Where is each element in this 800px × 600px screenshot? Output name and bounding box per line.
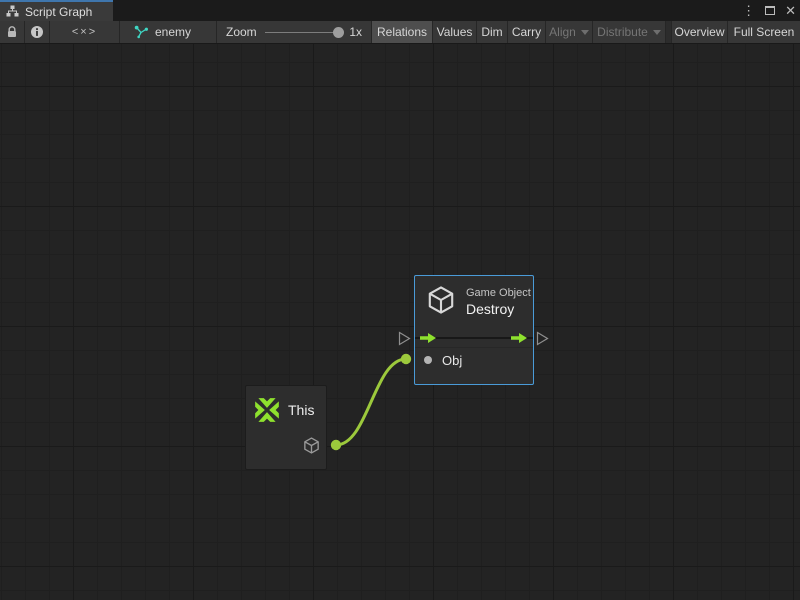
code-preview-button[interactable]: <×>: [50, 21, 120, 43]
align-dropdown[interactable]: Align: [546, 21, 593, 43]
lock-button[interactable]: [0, 21, 25, 43]
connections-layer: [0, 44, 800, 600]
graph-canvas[interactable]: This Game Object Destroy Ob: [0, 44, 800, 600]
connection-start-dot[interactable]: [331, 440, 341, 450]
node-this[interactable]: This: [245, 385, 327, 470]
distribute-dropdown[interactable]: Distribute: [593, 21, 666, 43]
close-icon[interactable]: ✕: [785, 4, 796, 17]
flow-out-arrow-icon[interactable]: [511, 332, 527, 344]
graph-toolbar: <×> enemy Zoom 1x Relations Values Dim C…: [0, 21, 800, 44]
window-controls: ⋮ ✕: [742, 0, 796, 21]
distribute-dropdown-label: Distribute: [597, 25, 648, 39]
title-bar: Script Graph ⋮ ✕: [0, 0, 800, 21]
port-row-divider: [415, 347, 533, 348]
window-menu-icon[interactable]: ⋮: [742, 4, 755, 17]
connection-end-dot[interactable]: [401, 354, 411, 364]
node-destroy-labels: Game Object Destroy: [466, 284, 531, 319]
relations-button[interactable]: Relations: [372, 21, 433, 43]
node-destroy[interactable]: Game Object Destroy Obj: [414, 275, 534, 385]
node-destroy-title: Destroy: [466, 300, 531, 319]
graph-breadcrumb[interactable]: enemy: [120, 21, 217, 43]
dim-button-label: Dim: [481, 25, 502, 39]
game-object-icon: [425, 284, 457, 316]
zoom-slider[interactable]: [265, 32, 341, 33]
zoom-value: 1x: [349, 25, 362, 39]
maximize-icon[interactable]: [765, 6, 775, 15]
carry-button-label: Carry: [512, 25, 541, 39]
chevron-down-icon: [653, 30, 661, 35]
game-object-output-port-icon[interactable]: [302, 436, 321, 455]
node-destroy-category: Game Object: [466, 287, 531, 300]
node-destroy-header: Game Object Destroy: [415, 276, 533, 319]
dim-button[interactable]: Dim: [477, 21, 508, 43]
obj-port-label: Obj: [442, 353, 462, 368]
tab-title: Script Graph: [25, 5, 92, 19]
code-icon: <×>: [72, 26, 97, 38]
flow-output-port-icon[interactable]: [538, 333, 548, 345]
node-this-title: This: [288, 402, 314, 418]
tab-script-graph[interactable]: Script Graph: [0, 0, 113, 21]
full-screen-button-label: Full Screen: [734, 25, 795, 39]
graph-name: enemy: [155, 25, 191, 39]
zoom-label: Zoom: [226, 25, 257, 39]
info-icon: [30, 25, 44, 39]
connection-wire[interactable]: [336, 359, 406, 445]
overview-button-label: Overview: [674, 25, 724, 39]
values-button-label: Values: [437, 25, 473, 39]
this-icon: [253, 396, 281, 424]
zoom-control: Zoom 1x: [217, 21, 372, 43]
align-dropdown-label: Align: [549, 25, 576, 39]
graph-icon: [134, 25, 149, 40]
obj-input-port[interactable]: Obj: [424, 352, 462, 368]
script-graph-icon: [6, 5, 19, 18]
zoom-slider-handle[interactable]: [333, 27, 344, 38]
chevron-down-icon: [581, 30, 589, 35]
flow-in-arrow-icon[interactable]: [420, 332, 436, 344]
lock-icon: [5, 25, 19, 39]
full-screen-button[interactable]: Full Screen: [728, 21, 800, 43]
relations-button-label: Relations: [377, 25, 427, 39]
overview-button[interactable]: Overview: [672, 21, 728, 43]
obj-port-dot-icon[interactable]: [424, 356, 432, 364]
values-button[interactable]: Values: [433, 21, 477, 43]
carry-button[interactable]: Carry: [508, 21, 546, 43]
node-this-header: This: [246, 386, 326, 424]
info-button[interactable]: [25, 21, 50, 43]
flow-input-port-icon[interactable]: [400, 333, 410, 345]
